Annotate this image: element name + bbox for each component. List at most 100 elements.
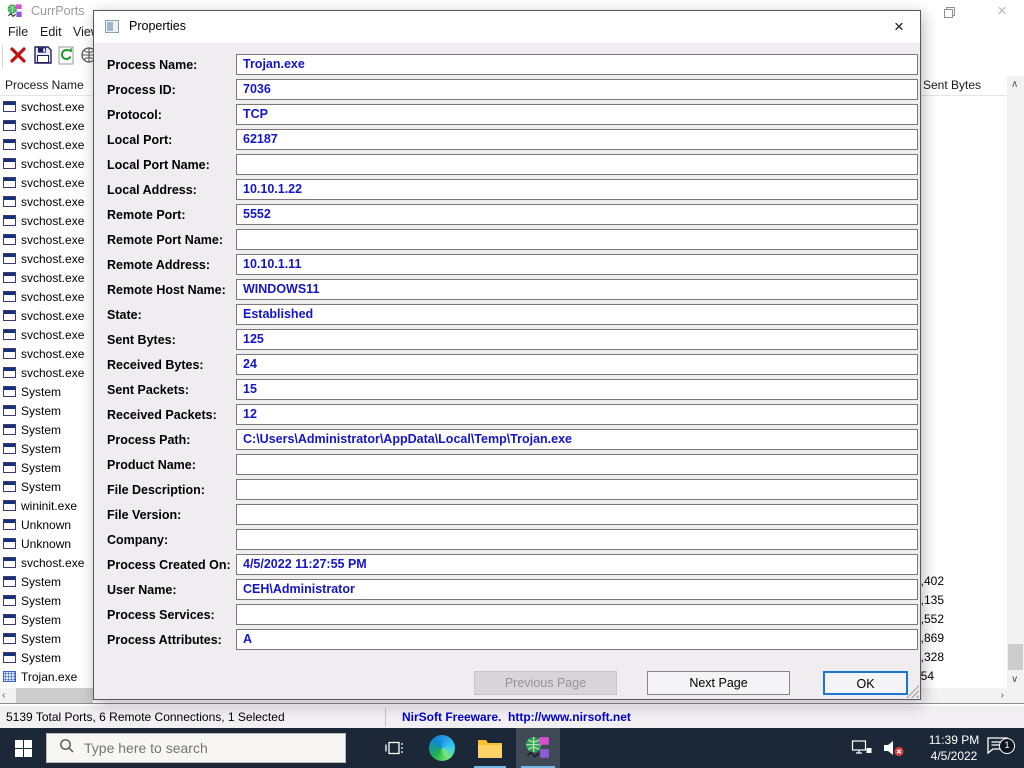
field-value[interactable]: 10.10.1.22 [236, 179, 918, 200]
field-value[interactable]: 7036 [236, 79, 918, 100]
field-value[interactable] [236, 529, 918, 550]
list-item[interactable]: wininit.exe [0, 496, 93, 515]
field-row: Remote Address: 10.10.1.11 [94, 254, 920, 279]
list-item[interactable]: System [0, 401, 93, 420]
list-item[interactable]: Unknown [0, 515, 93, 534]
process-name-label: svchost.exe [21, 156, 85, 171]
list-item[interactable]: svchost.exe [0, 135, 93, 154]
process-icon [3, 500, 16, 511]
close-icon[interactable]: × [992, 1, 1012, 21]
field-value[interactable]: 62187 [236, 129, 918, 150]
menu-file[interactable]: File [8, 25, 28, 39]
field-value[interactable] [236, 154, 918, 175]
scroll-up-icon[interactable]: ∧ [1011, 79, 1018, 90]
field-row: Received Packets: 12 [94, 404, 920, 429]
process-icon [3, 614, 16, 625]
taskbar-clock[interactable]: 11:39 PM 4/5/2022 [922, 732, 986, 764]
list-item[interactable]: System [0, 477, 93, 496]
volume-muted-icon[interactable] [882, 728, 906, 768]
field-value[interactable] [236, 504, 918, 525]
field-row: State: Established [94, 304, 920, 329]
task-view-icon[interactable] [372, 728, 416, 768]
scrollbar-thumb[interactable] [16, 688, 93, 703]
field-row: Received Bytes: 24 [94, 354, 920, 379]
field-value[interactable]: WINDOWS11 [236, 279, 918, 300]
list-item[interactable]: System [0, 572, 93, 591]
field-value[interactable]: 12 [236, 404, 918, 425]
search-input[interactable] [82, 739, 326, 757]
start-icon[interactable] [0, 728, 46, 768]
field-value[interactable]: 125 [236, 329, 918, 350]
save-icon[interactable] [34, 46, 56, 68]
field-value[interactable]: A [236, 629, 918, 650]
list-item[interactable]: System [0, 591, 93, 610]
refresh-icon[interactable] [58, 46, 80, 68]
field-value[interactable]: 4/5/2022 11:27:55 PM [236, 554, 918, 575]
process-name-label: System [21, 574, 62, 589]
list-item[interactable]: Trojan.exe [0, 667, 93, 686]
vertical-scrollbar[interactable]: ∧ ∨ [1007, 76, 1024, 688]
process-name-label: svchost.exe [21, 99, 85, 114]
field-value[interactable]: 5552 [236, 204, 918, 225]
list-item[interactable]: System [0, 629, 93, 648]
scroll-right-icon[interactable]: › [1001, 690, 1004, 701]
field-value[interactable]: 15 [236, 379, 918, 400]
field-value[interactable]: 24 [236, 354, 918, 375]
list-item[interactable]: System [0, 382, 93, 401]
horizontal-scrollbar-right[interactable]: › [921, 688, 1007, 703]
field-value[interactable]: Trojan.exe [236, 54, 918, 75]
field-value[interactable] [236, 479, 918, 500]
list-item[interactable]: System [0, 439, 93, 458]
menu-edit[interactable]: Edit [40, 25, 62, 39]
list-item[interactable]: svchost.exe [0, 116, 93, 135]
column-header-sent-bytes[interactable]: Sent Bytes [921, 76, 1009, 96]
field-value[interactable] [236, 454, 918, 475]
list-item[interactable]: svchost.exe [0, 553, 93, 572]
field-value[interactable] [236, 229, 918, 250]
list-item[interactable]: svchost.exe [0, 173, 93, 192]
sent-bytes-value: 3,402 [914, 574, 945, 588]
list-item[interactable]: svchost.exe [0, 230, 93, 249]
list-item[interactable]: svchost.exe [0, 154, 93, 173]
edge-icon[interactable] [420, 728, 464, 768]
list-item[interactable]: System [0, 420, 93, 439]
notification-icon[interactable]: 1 [986, 728, 1015, 768]
delete-icon[interactable] [9, 46, 31, 68]
field-value[interactable]: 10.10.1.11 [236, 254, 918, 275]
list-item[interactable]: svchost.exe [0, 211, 93, 230]
list-item[interactable]: System [0, 610, 93, 629]
field-value[interactable]: CEH\Administrator [236, 579, 918, 600]
currports-taskbar-icon[interactable] [516, 728, 560, 768]
list-item[interactable]: Unknown [0, 534, 93, 553]
field-value[interactable] [236, 604, 918, 625]
list-item[interactable]: svchost.exe [0, 249, 93, 268]
list-item[interactable]: svchost.exe [0, 97, 93, 116]
list-item[interactable]: System [0, 458, 93, 477]
list-item[interactable]: svchost.exe [0, 192, 93, 211]
next-page-button[interactable]: Next Page [647, 671, 790, 695]
taskbar-search[interactable] [46, 733, 346, 763]
dialog-close-icon[interactable]: × [884, 14, 914, 40]
column-header-process-name[interactable]: Process Name [0, 76, 95, 96]
field-row: Process Services: [94, 604, 920, 629]
list-item[interactable]: svchost.exe [0, 363, 93, 382]
field-value[interactable]: C:\Users\Administrator\AppData\Local\Tem… [236, 429, 918, 450]
scroll-down-icon[interactable]: ∨ [1011, 674, 1018, 685]
ok-button[interactable]: OK [823, 671, 908, 695]
field-value[interactable]: TCP [236, 104, 918, 125]
network-icon[interactable] [851, 728, 873, 768]
list-item[interactable]: svchost.exe [0, 325, 93, 344]
list-item[interactable]: svchost.exe [0, 287, 93, 306]
scrollbar-thumb[interactable] [1008, 644, 1023, 670]
file-explorer-icon[interactable] [468, 728, 512, 768]
list-item[interactable]: System [0, 648, 93, 667]
list-item[interactable]: svchost.exe [0, 306, 93, 325]
process-icon [3, 538, 16, 549]
list-item[interactable]: svchost.exe [0, 268, 93, 287]
list-item[interactable]: svchost.exe [0, 344, 93, 363]
nirsoft-link[interactable]: NirSoft Freeware. http://www.nirsoft.net [402, 710, 631, 724]
field-value[interactable]: Established [236, 304, 918, 325]
scroll-left-icon[interactable]: ‹ [2, 690, 5, 701]
restore-icon[interactable] [944, 5, 956, 18]
horizontal-scrollbar-left[interactable]: ‹ [0, 688, 93, 703]
